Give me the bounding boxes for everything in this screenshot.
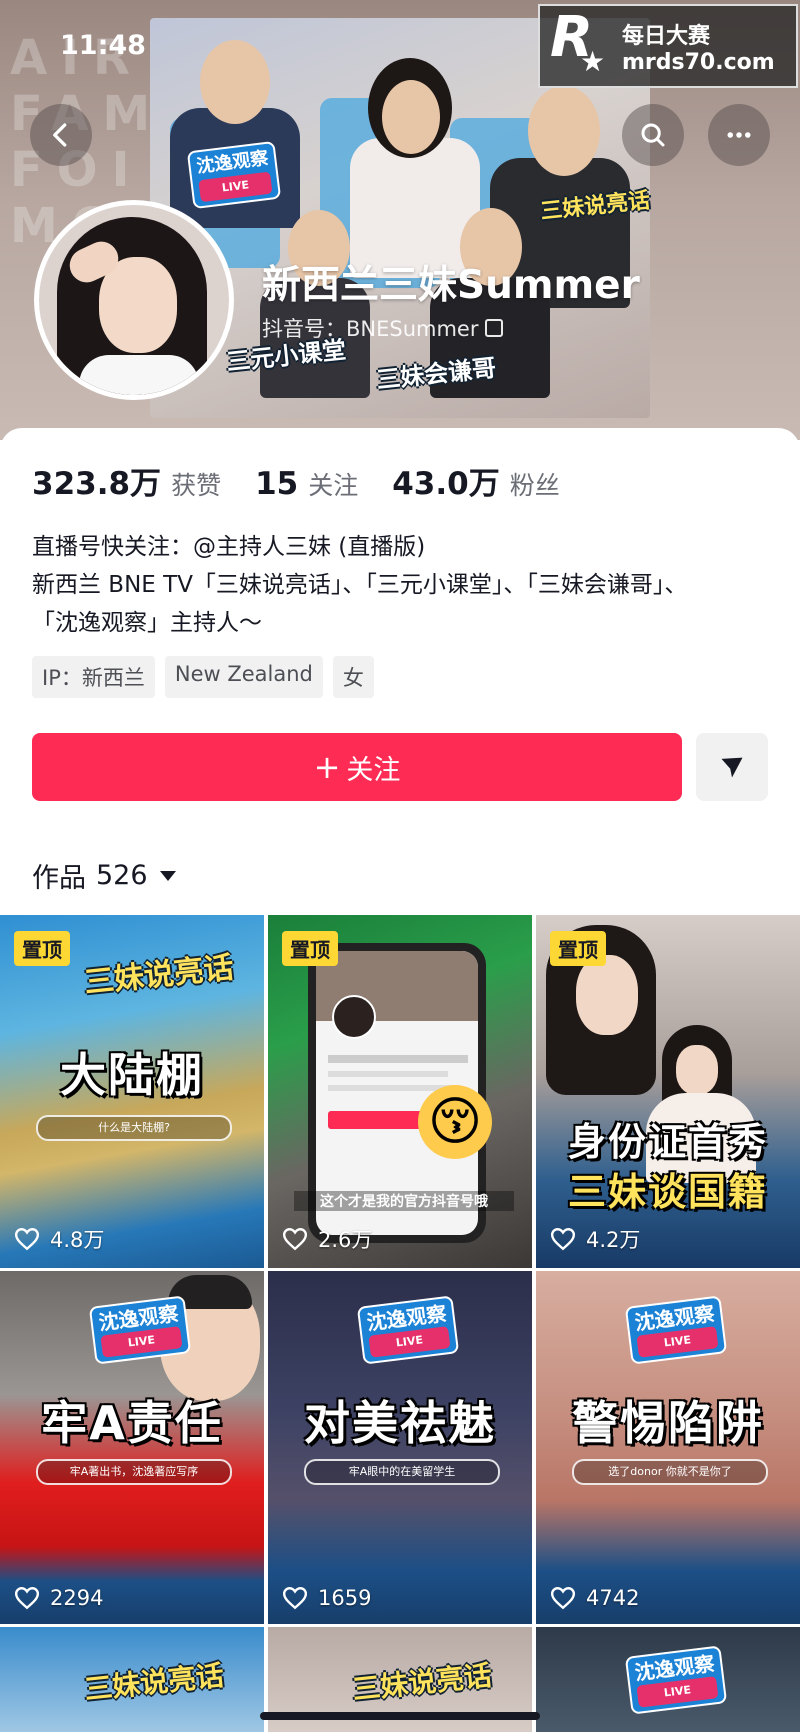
video-tile[interactable]: 置顶 身份证首秀 三妹谈国籍 4.2万 xyxy=(536,915,800,1268)
profile-douyin-id[interactable]: 抖音号：BNESummer xyxy=(262,313,503,343)
show-sticker: 三妹说亮话 xyxy=(82,1658,226,1707)
likes-label: 获赞 xyxy=(171,471,222,500)
video-searchbar: 牢A著出书，沈逸著应写序 xyxy=(36,1459,232,1485)
video-likes: 4742 xyxy=(550,1586,639,1610)
works-tab[interactable]: 作品 526 xyxy=(32,856,176,895)
profile-stats: 323.8万 获赞 15 关注 43.0万 粉丝 xyxy=(32,458,594,503)
profile-name: 新西兰三妹Summer xyxy=(262,263,640,308)
pinned-badge: 置顶 xyxy=(550,931,606,966)
kiss-emoji-icon: 😚 xyxy=(418,1085,492,1159)
heart-icon xyxy=(550,1228,576,1251)
likes-count-text: 4.8万 xyxy=(50,1228,105,1252)
video-likes: 4.2万 xyxy=(550,1224,640,1254)
pinned-badge: 置顶 xyxy=(14,931,70,966)
show-badge-shenyi: 沈逸观察 LIVE xyxy=(624,1645,728,1715)
watermark-line2: mrds70.com xyxy=(622,49,775,75)
video-tile[interactable]: 沈逸观察 LIVE 对美祛魅 牢A眼中的在美留学生 1659 xyxy=(268,1271,532,1624)
video-subtitle: 三妹谈国籍 xyxy=(567,1170,768,1214)
show-sticker: 三妹说亮话 xyxy=(350,1658,494,1707)
heart-icon xyxy=(550,1587,576,1610)
video-searchbar: 什么是大陆棚? xyxy=(36,1115,232,1141)
works-count: 526 xyxy=(96,860,148,891)
share-button[interactable] xyxy=(696,733,768,801)
more-icon xyxy=(727,132,751,138)
video-title: 对美祛魅 xyxy=(304,1396,496,1450)
show-badge-shenyi: 沈逸观察 LIVE xyxy=(88,1295,192,1365)
video-tile[interactable]: 沈逸观察 LIVE 牢A责任 牢A著出书，沈逸著应写序 2294 xyxy=(0,1271,264,1624)
chevron-left-icon xyxy=(53,123,67,147)
watermark-line1: 每日大赛 xyxy=(622,23,711,49)
video-title: 身份证首秀 xyxy=(567,1120,768,1164)
plus-icon: + xyxy=(313,748,341,786)
video-title: 大陆棚 xyxy=(60,1048,204,1102)
likes-count[interactable]: 323.8万 xyxy=(32,458,161,503)
heart-icon xyxy=(14,1228,40,1251)
bio-line: 「沈逸观察」主持人～ xyxy=(32,610,262,636)
tag-ip: IP：新西兰 xyxy=(32,656,155,698)
watermark-logo-icon: R ★ xyxy=(550,5,606,78)
profile-tags: IP：新西兰 New Zealand 女 xyxy=(32,656,374,698)
video-likes: 2.6万 xyxy=(282,1224,372,1254)
followers-count[interactable]: 43.0万 xyxy=(392,458,500,503)
profile-banner: AIRFAMFOIMON 沈逸观察LIVE 三妹说亮话 三元小课堂 三妹会谦哥 … xyxy=(0,0,800,440)
video-tile[interactable]: 三妹说亮话 xyxy=(0,1627,264,1732)
following-count[interactable]: 15 xyxy=(255,466,298,502)
caret-down-icon xyxy=(159,870,176,881)
show-badge-shenyi: 沈逸观察 LIVE xyxy=(624,1295,728,1365)
bio-line: 直播号快关注：@主持人三妹 (直播版) xyxy=(32,534,426,560)
video-tile[interactable]: 😚 置顶 这个才是我的官方抖音号哦 2.6万 xyxy=(268,915,532,1268)
follow-button[interactable]: + 关注 xyxy=(32,733,682,801)
followers-label: 粉丝 xyxy=(509,471,560,500)
video-tile[interactable]: 沈逸观察 LIVE xyxy=(536,1627,800,1732)
douyin-id-text: 抖音号：BNESummer xyxy=(262,317,479,341)
video-likes: 4.8万 xyxy=(14,1224,104,1254)
back-button[interactable] xyxy=(30,104,92,166)
heart-icon xyxy=(14,1587,40,1610)
search-button[interactable] xyxy=(622,104,684,166)
likes-count-text: 4742 xyxy=(586,1586,640,1610)
banner-badge-shenyi: 沈逸观察 LIVE xyxy=(186,140,282,210)
video-tile[interactable]: 置顶 三妹说亮话 大陆棚 什么是大陆棚? 4.8万 xyxy=(0,915,264,1268)
video-tile[interactable]: 沈逸观察 LIVE 警惕陷阱 选了donor 你就不是你了 4742 xyxy=(536,1271,800,1624)
works-label: 作品 xyxy=(32,863,86,894)
show-sticker: 三妹说亮话 xyxy=(82,950,236,1001)
video-caption: 这个才是我的官方抖音号哦 xyxy=(294,1191,514,1211)
pinned-badge: 置顶 xyxy=(282,931,338,966)
video-searchbar: 选了donor 你就不是你了 xyxy=(572,1459,768,1485)
tag-gender: 女 xyxy=(332,656,374,698)
video-likes: 1659 xyxy=(282,1586,371,1610)
likes-count-text: 2294 xyxy=(50,1586,104,1610)
tag-location: New Zealand xyxy=(164,656,323,698)
follow-label: 关注 xyxy=(346,754,401,786)
likes-count-text: 1659 xyxy=(318,1586,372,1610)
search-icon xyxy=(641,123,665,147)
bio-line: 新西兰 BNE TV「三妹说亮话」、「三元小课堂」、「三妹会谦哥」、 xyxy=(32,572,688,598)
home-indicator[interactable] xyxy=(260,1712,540,1720)
show-badge-shenyi: 沈逸观察 LIVE xyxy=(356,1295,460,1365)
status-time: 11:48 xyxy=(60,30,146,61)
copy-icon[interactable] xyxy=(484,319,503,337)
site-watermark: R ★ 每日大赛 mrds70.com xyxy=(538,4,798,88)
video-title: 警惕陷阱 xyxy=(572,1396,764,1450)
heart-icon xyxy=(282,1587,308,1610)
more-button[interactable] xyxy=(708,104,770,166)
profile-bio: 直播号快关注：@主持人三妹 (直播版) 新西兰 BNE TV「三妹说亮话」、「三… xyxy=(32,528,772,642)
send-arrow-icon xyxy=(721,757,743,778)
likes-count-text: 4.2万 xyxy=(586,1228,641,1252)
video-title: 牢A责任 xyxy=(41,1396,223,1450)
video-likes: 2294 xyxy=(14,1586,103,1610)
avatar[interactable] xyxy=(34,200,234,400)
following-label: 关注 xyxy=(308,471,359,500)
likes-count-text: 2.6万 xyxy=(318,1228,373,1252)
video-searchbar: 牢A眼中的在美留学生 xyxy=(304,1459,500,1485)
heart-icon xyxy=(282,1228,308,1251)
